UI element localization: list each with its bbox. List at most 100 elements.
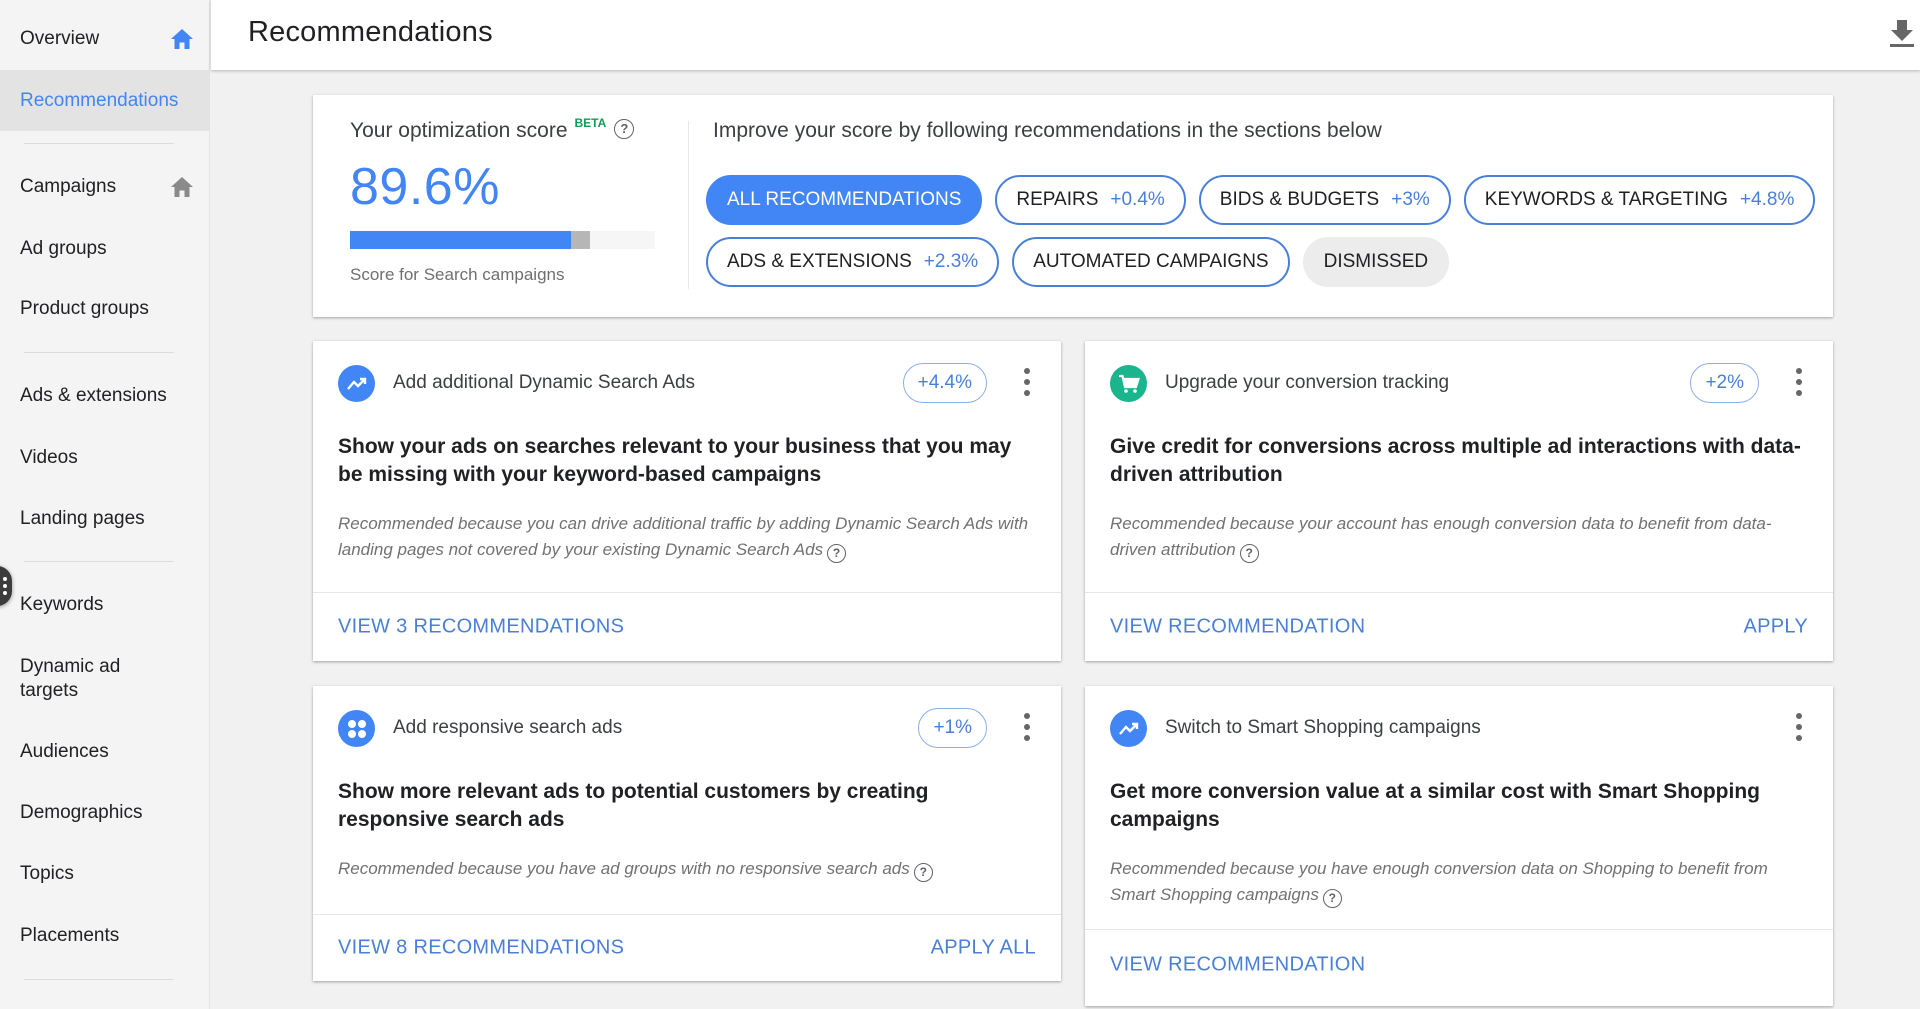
chip-label: DISMISSED (1323, 251, 1429, 272)
card-reason: Recommended because you have ad groups w… (338, 856, 1038, 882)
uplift-badge: +4.4% (902, 363, 987, 403)
apply-all-button[interactable]: APPLY ALL (931, 937, 1036, 960)
sidebar-item-ads-extensions[interactable]: Ads & extensions (0, 383, 210, 409)
view-recommendations-link[interactable]: VIEW 8 RECOMMENDATIONS (338, 937, 624, 960)
sidebar-item-recommendations[interactable]: Recommendations (0, 70, 210, 131)
filter-chip-dismissed[interactable]: DISMISSED (1302, 237, 1450, 287)
score-label: Your optimization score (350, 119, 568, 142)
score-summary: Your optimization score BETA ? 89.6% Sco… (350, 116, 655, 285)
optimization-score-panel: Your optimization score BETA ? 89.6% Sco… (313, 95, 1833, 317)
home-icon (171, 29, 193, 49)
card-headline: Show more relevant ads to potential cust… (338, 780, 929, 831)
help-icon[interactable]: ? (1239, 544, 1259, 563)
card-title: Switch to Smart Shopping campaigns (1165, 717, 1481, 738)
sidebar-item-label: Recommendations (20, 89, 179, 111)
card-footer: VIEW 3 RECOMMENDATIONS (313, 592, 1061, 661)
help-icon[interactable]: ? (827, 544, 847, 563)
filter-chip-bids-budgets[interactable]: BIDS & BUDGETS +3% (1198, 175, 1451, 225)
view-recommendations-link[interactable]: VIEW 3 RECOMMENDATIONS (338, 616, 624, 639)
nav-divider (24, 979, 174, 980)
filter-chip-ads-extensions[interactable]: ADS & EXTENSIONS +2.3% (706, 237, 1000, 287)
sidebar-item-videos[interactable]: Videos (0, 445, 210, 471)
sidebar-item-label: Landing pages (20, 508, 145, 529)
card-reason: Recommended because your account has eno… (1110, 511, 1810, 563)
sidebar-item-topics[interactable]: Topics (0, 861, 210, 887)
recommendation-card: Upgrade your conversion tracking +2% Giv… (1085, 341, 1833, 661)
more-options-icon[interactable] (1023, 367, 1031, 397)
vertical-divider (688, 121, 689, 289)
sidebar-item-demographics[interactable]: Demographics (0, 800, 210, 826)
sidebar-item-label: Topics (20, 863, 74, 884)
filter-chips: ALL RECOMMENDATIONS REPAIRS +0.4% BIDS & … (706, 175, 1816, 287)
score-label-row: Your optimization score BETA ? (350, 116, 650, 143)
apply-button[interactable]: APPLY (1744, 616, 1809, 639)
more-options-icon[interactable] (1023, 712, 1031, 742)
sidebar-item-label: Overview (20, 28, 100, 49)
uplift-badge: +2% (1690, 363, 1759, 403)
sidebar-item-label: Product groups (20, 298, 149, 319)
card-headline: Get more conversion value at a similar c… (1110, 780, 1760, 831)
sidebar-item-placements[interactable]: Placements (0, 923, 210, 949)
chip-label: BIDS & BUDGETS (1219, 189, 1380, 210)
recommendation-card: Add additional Dynamic Search Ads +4.4% … (313, 341, 1061, 661)
filter-chip-all-recommendations[interactable]: ALL RECOMMENDATIONS (706, 175, 983, 225)
card-reason: Recommended because you have enough conv… (1110, 856, 1810, 908)
sidebar-item-label: Demographics (20, 802, 143, 823)
chip-uplift: +2.3% (923, 251, 979, 272)
nav-divider (24, 143, 174, 144)
reason-text: Recommended because you have ad groups w… (338, 859, 910, 878)
reason-text: Recommended because you can drive additi… (338, 514, 1029, 559)
chip-label: ALL RECOMMENDATIONS (727, 189, 962, 210)
filter-chip-automated-campaigns[interactable]: AUTOMATED CAMPAIGNS (1012, 237, 1290, 287)
view-recommendation-link[interactable]: VIEW RECOMMENDATION (1110, 616, 1365, 639)
sidebar-item-label: Keywords (20, 594, 104, 615)
sidebar-item-label: Ads & extensions (20, 385, 167, 406)
shopping-cart-icon (1110, 365, 1147, 402)
help-icon[interactable]: ? (614, 119, 635, 139)
filter-chip-repairs[interactable]: REPAIRS +0.4% (995, 175, 1186, 225)
view-recommendation-link[interactable]: VIEW RECOMMENDATION (1110, 953, 1365, 976)
sidebar-item-campaigns[interactable]: Campaigns (0, 174, 210, 200)
card-footer: VIEW RECOMMENDATION APPLY (1085, 592, 1833, 661)
nav-divider (24, 561, 174, 562)
score-subtitle: Score for Search campaigns (350, 265, 565, 284)
sidebar-item-keywords[interactable]: Keywords (0, 592, 210, 618)
apps-grid-icon (338, 710, 375, 747)
recommendation-card: Add responsive search ads +1% Show more … (313, 686, 1061, 981)
sidebar-item-product-groups[interactable]: Product groups (0, 296, 210, 322)
sidebar-item-ad-groups[interactable]: Ad groups (0, 236, 210, 262)
sidebar-item-label: Placements (20, 925, 120, 946)
sidebar-item-label: Dynamic ad targets (20, 656, 121, 701)
chip-label: KEYWORDS & TARGETING (1484, 189, 1728, 210)
card-title: Upgrade your conversion tracking (1165, 372, 1450, 393)
help-icon[interactable]: ? (1322, 889, 1342, 908)
score-progress-fill (350, 231, 572, 249)
chip-uplift: +3% (1391, 189, 1430, 210)
score-value: 89.6% (350, 158, 500, 216)
filter-chip-keywords-targeting[interactable]: KEYWORDS & TARGETING +4.8% (1463, 175, 1816, 225)
sidebar-item-label: Videos (20, 447, 78, 468)
card-footer: VIEW 8 RECOMMENDATIONS APPLY ALL (313, 914, 1061, 981)
home-icon (171, 177, 193, 197)
sidebar-item-dynamic-ad-targets[interactable]: Dynamic ad targets (0, 654, 160, 704)
chip-label: REPAIRS (1016, 189, 1099, 210)
uplift-badge: +1% (918, 708, 987, 748)
card-title: Add responsive search ads (393, 717, 623, 738)
chip-label: ADS & EXTENSIONS (727, 251, 912, 272)
recommendation-card: Switch to Smart Shopping campaigns Get m… (1085, 686, 1833, 1006)
sidebar-item-landing-pages[interactable]: Landing pages (0, 506, 210, 532)
chip-uplift: +4.8% (1739, 189, 1795, 210)
chip-label: AUTOMATED CAMPAIGNS (1033, 251, 1269, 272)
sidebar-item-label: Audiences (20, 741, 109, 762)
trending-up-icon (338, 365, 375, 402)
download-icon[interactable] (1888, 18, 1916, 48)
more-options-icon[interactable] (1795, 712, 1803, 742)
card-reason: Recommended because you can drive additi… (338, 511, 1038, 563)
sidebar-item-audiences[interactable]: Audiences (0, 739, 210, 765)
reason-text: Recommended because you have enough conv… (1110, 859, 1768, 904)
card-headline: Show your ads on searches relevant to yo… (338, 435, 1012, 486)
help-icon[interactable]: ? (913, 863, 933, 882)
more-options-icon[interactable] (1795, 367, 1803, 397)
card-title: Add additional Dynamic Search Ads (393, 372, 696, 393)
sidebar-item-overview[interactable]: Overview (0, 26, 210, 52)
